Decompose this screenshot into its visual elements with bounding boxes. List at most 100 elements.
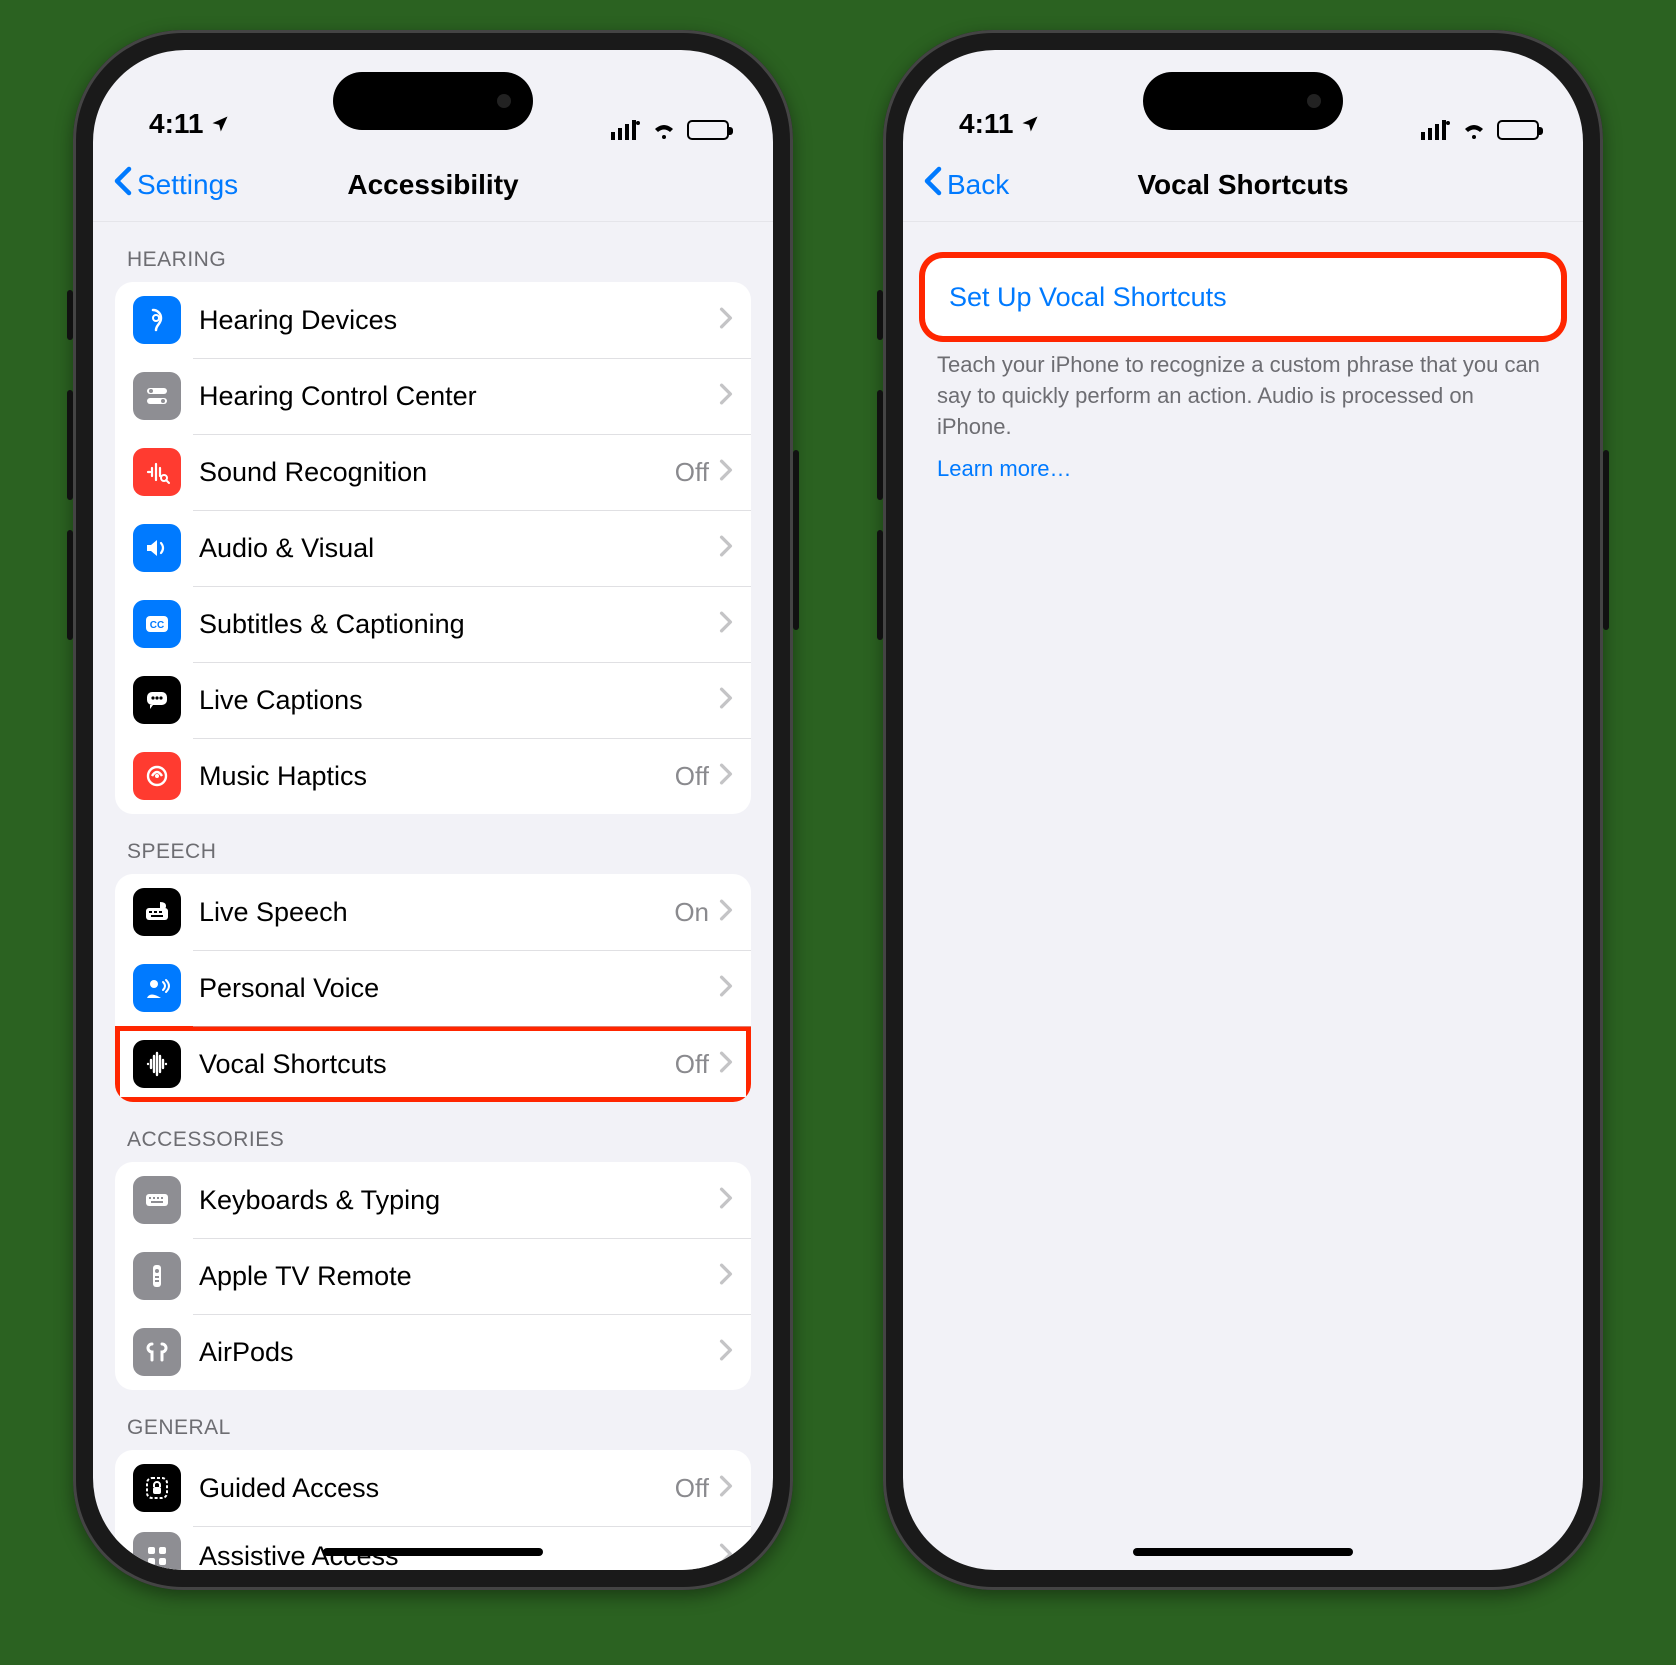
assistive-access-icon [133,1532,181,1570]
row-label: AirPods [181,1337,719,1368]
side-switch [877,290,883,340]
live-speech-row[interactable]: Live SpeechOn [115,874,751,950]
row-label: Vocal Shortcuts [181,1049,675,1080]
chevron-right-icon [719,611,733,638]
dynamic-island [333,72,533,130]
battery-icon [687,120,729,140]
settings-list[interactable]: HEARING Hearing Devices Hearing Control Ce… [93,222,773,1570]
screen-accessibility: 4:11 [93,50,773,1570]
apple-tv-remote-icon [133,1252,181,1300]
learn-more-label: Learn more… [937,456,1072,481]
subtitles-captioning-icon: CC [133,600,181,648]
vocal-shortcuts-content[interactable]: Set Up Vocal Shortcuts Teach your iPhone… [903,222,1583,1570]
status-time: 4:11 [959,108,1014,140]
row-label: Hearing Devices [181,305,719,336]
home-indicator[interactable] [323,1548,543,1556]
row-label: Personal Voice [181,973,719,1004]
row-detail: Off [675,761,709,792]
row-label: Audio & Visual [181,533,719,564]
row-label: Keyboards & Typing [181,1185,719,1216]
chevron-right-icon [719,1051,733,1078]
nav-bar: Back Vocal Shortcuts [903,148,1583,222]
vocal-shortcuts-row[interactable]: Vocal ShortcutsOff [115,1026,751,1102]
music-haptics-row[interactable]: Music HapticsOff [115,738,751,814]
personal-voice-row[interactable]: Personal Voice [115,950,751,1026]
live-captions-icon [133,676,181,724]
chevron-right-icon [719,459,733,486]
volume-down [67,530,73,640]
row-label: Apple TV Remote [181,1261,719,1292]
airpods-row[interactable]: AirPods [115,1314,751,1390]
home-indicator[interactable] [1133,1548,1353,1556]
keyboards-typing-row[interactable]: Keyboards & Typing [115,1162,751,1238]
guided-access-icon [133,1464,181,1512]
nav-back-button[interactable]: Back [923,148,1009,221]
section-header: SPEECH [93,814,773,874]
phone-right: 4:11 [883,30,1603,1590]
row-label: Live Captions [181,685,719,716]
row-label: Guided Access [181,1473,675,1504]
apple-tv-remote-row[interactable]: Apple TV Remote [115,1238,751,1314]
subtitles-captioning-row[interactable]: CCSubtitles & Captioning [115,586,751,662]
chevron-right-icon [719,307,733,334]
chevron-right-icon [719,1187,733,1214]
sound-recognition-row[interactable]: Sound RecognitionOff [115,434,751,510]
svg-text:CC: CC [150,620,164,631]
status-time: 4:11 [149,108,204,140]
chevron-right-icon [719,383,733,410]
settings-group: Live SpeechOn Personal Voice Vocal Shortcu… [115,874,751,1102]
chevron-right-icon [719,1263,733,1290]
row-detail: Off [675,1049,709,1080]
settings-group: Hearing Devices Hearing Control Center Sou… [115,282,751,814]
section-header: ACCESSORIES [93,1102,773,1162]
battery-icon [1497,120,1539,140]
power-button [1603,450,1609,630]
hearing-devices-icon [133,296,181,344]
sound-recognition-icon [133,448,181,496]
chevron-right-icon [719,975,733,1002]
wifi-icon [651,120,677,140]
row-label: Sound Recognition [181,457,675,488]
cellular-icon [611,120,641,140]
chevron-right-icon [719,899,733,926]
chevron-right-icon [719,1475,733,1502]
setup-vocal-shortcuts-group: Set Up Vocal Shortcuts [925,258,1561,336]
footer-description: Teach your iPhone to recognize a custom … [903,336,1583,442]
row-label: Hearing Control Center [181,381,719,412]
nav-back-button[interactable]: Settings [113,148,238,221]
setup-vocal-shortcuts-label: Set Up Vocal Shortcuts [949,282,1227,313]
side-switch [67,290,73,340]
nav-title: Vocal Shortcuts [1137,169,1348,201]
row-detail: On [674,897,709,928]
location-icon [210,114,230,134]
chevron-right-icon [719,1339,733,1366]
volume-up [67,390,73,500]
section-header: HEARING [93,222,773,282]
hearing-control-center-icon [133,372,181,420]
airpods-icon [133,1328,181,1376]
hearing-control-center-row[interactable]: Hearing Control Center [115,358,751,434]
wifi-icon [1461,120,1487,140]
vocal-shortcuts-icon [133,1040,181,1088]
chevron-right-icon [719,1543,733,1570]
audio-visual-row[interactable]: Audio & Visual [115,510,751,586]
chevron-right-icon [719,535,733,562]
row-label: Live Speech [181,897,674,928]
guided-access-row[interactable]: Guided AccessOff [115,1450,751,1526]
phone-left: 4:11 [73,30,793,1590]
volume-down [877,530,883,640]
nav-back-label: Settings [137,169,238,201]
audio-visual-icon [133,524,181,572]
hearing-devices-row[interactable]: Hearing Devices [115,282,751,358]
row-detail: Off [675,1473,709,1504]
screen-vocal-shortcuts: 4:11 [903,50,1583,1570]
dynamic-island [1143,72,1343,130]
personal-voice-icon [133,964,181,1012]
keyboards-typing-icon [133,1176,181,1224]
setup-vocal-shortcuts-button[interactable]: Set Up Vocal Shortcuts [925,258,1561,336]
music-haptics-icon [133,752,181,800]
live-captions-row[interactable]: Live Captions [115,662,751,738]
learn-more-link[interactable]: Learn more… [903,442,1583,482]
nav-back-label: Back [947,169,1009,201]
cellular-icon [1421,120,1451,140]
